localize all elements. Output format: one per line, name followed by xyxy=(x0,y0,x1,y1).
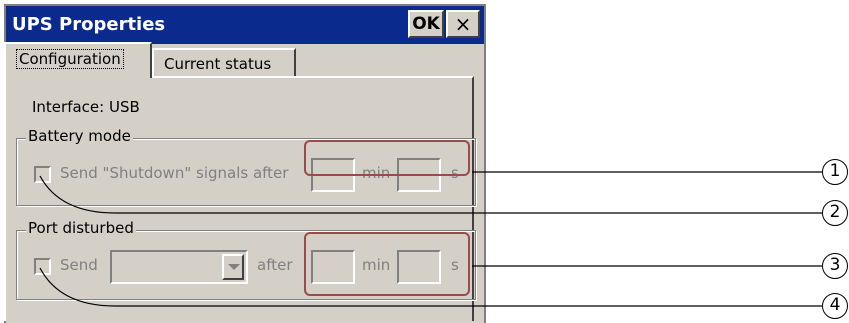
leader-line-4 xyxy=(39,267,822,307)
tab-configuration[interactable]: Configuration xyxy=(4,42,152,78)
tab-configuration-label: Configuration xyxy=(16,49,124,69)
leader-line-2 xyxy=(39,175,822,214)
callout-2: 2 xyxy=(822,200,848,226)
callout-3: 3 xyxy=(822,253,848,279)
callout-1: 1 xyxy=(822,159,848,185)
callout-4: 4 xyxy=(822,293,848,319)
